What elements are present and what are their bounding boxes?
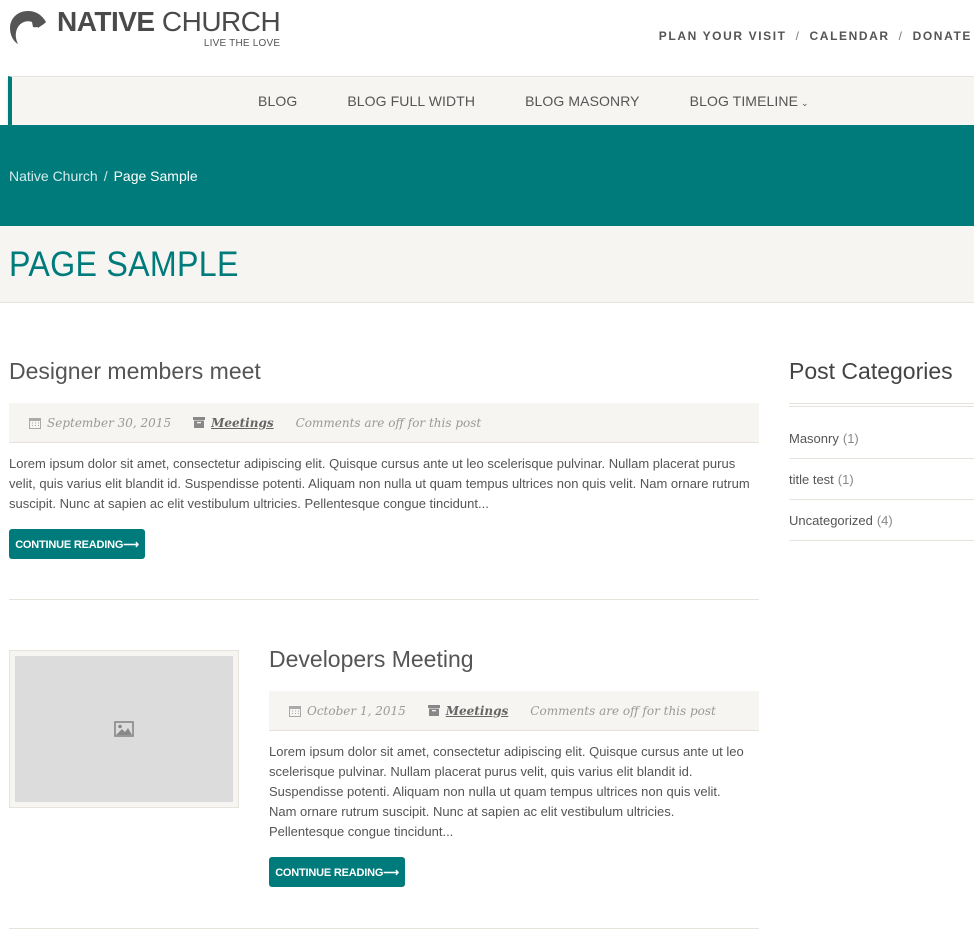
post-comments-note: Comments are off for this post [295, 415, 482, 430]
nav-item-label: BLOG [258, 93, 298, 109]
site-logo[interactable]: NATIVE CHURCH LIVE THE LOVE [9, 6, 281, 49]
continue-reading-button[interactable]: CONTINUE READING⟶ [9, 529, 145, 559]
logo-tagline: LIVE THE LOVE [203, 38, 281, 49]
post-comments-note: Comments are off for this post [530, 703, 716, 718]
post-category-link[interactable]: Meetings [211, 416, 274, 430]
nav-item-blog-timeline[interactable]: BLOG TIMELINE ⌄ [690, 93, 809, 109]
post-excerpt: Lorem ipsum dolor sit amet, consectetur … [269, 744, 744, 839]
post-title[interactable]: Developers Meeting [269, 646, 474, 673]
post-meta: September 30, 2015 Meetings Comments are… [9, 403, 759, 443]
top-link-separator: / [898, 29, 904, 43]
top-link-plan-your-visit[interactable]: PLAN YOUR VISIT [659, 29, 787, 43]
continue-reading-button[interactable]: CONTINUE READING⟶ [269, 857, 405, 887]
nav-item-label: BLOG MASONRY [525, 93, 640, 109]
top-links: PLAN YOUR VISIT / CALENDAR / DONATE [659, 29, 972, 43]
breadcrumb: Native Church / Page Sample [9, 168, 198, 184]
breadcrumb-band: Native Church / Page Sample [0, 125, 974, 226]
archive-icon [427, 705, 440, 716]
post-title[interactable]: Designer members meet [9, 358, 261, 385]
category-count: (1) [837, 471, 854, 487]
category-name: title test [789, 471, 834, 487]
post-meta: October 1, 2015 Meetings Comments are of… [269, 691, 759, 731]
category-item[interactable]: title test (1) [789, 459, 974, 500]
nav-item-blog[interactable]: BLOG [258, 93, 297, 109]
category-item[interactable]: Masonry (1) [789, 418, 974, 459]
page-title: PAGE SAMPLE [9, 245, 239, 284]
category-name: Masonry [789, 430, 839, 446]
post-excerpt: Lorem ipsum dolor sit amet, consectetur … [9, 456, 750, 511]
archive-icon [193, 417, 206, 428]
category-count: (4) [876, 512, 893, 528]
post-divider [9, 928, 759, 929]
breadcrumb-current: Page Sample [113, 168, 198, 184]
nav-item-label: BLOG FULL WIDTH [347, 93, 476, 109]
main-navigation: BLOG BLOG FULL WIDTH BLOG MASONRY BLOG T… [8, 76, 974, 125]
logo-name-light: CHURCH [154, 6, 281, 37]
nav-item-blog-full-width[interactable]: BLOG FULL WIDTH [347, 93, 475, 109]
image-placeholder-icon [114, 721, 134, 737]
post-date: October 1, 2015 [307, 703, 406, 718]
chevron-down-icon: ⌄ [801, 98, 809, 108]
sidebar-title-rule [789, 403, 974, 407]
category-list: Masonry (1) title test (1) Uncategorized (4… [789, 418, 974, 541]
logo-icon [10, 11, 46, 44]
page-title-bar: PAGE SAMPLE [0, 226, 974, 303]
nav-item-label: BLOG TIMELINE [689, 93, 799, 109]
category-name: Uncategorized [789, 512, 873, 528]
logo-name-bold: NATIVE [57, 6, 155, 37]
post-thumbnail[interactable] [9, 650, 239, 808]
top-link-separator: / [795, 29, 801, 43]
category-item[interactable]: Uncategorized (4) [789, 500, 974, 541]
post-divider [9, 599, 759, 600]
sidebar-title: Post Categories [789, 358, 953, 384]
calendar-icon [29, 417, 41, 429]
breadcrumb-separator: / [103, 168, 108, 184]
post-category-link[interactable]: Meetings [446, 704, 509, 718]
top-link-donate[interactable]: DONATE [913, 29, 972, 43]
top-link-calendar[interactable]: CALENDAR [810, 29, 890, 43]
post-date: September 30, 2015 [47, 415, 172, 430]
site-header: NATIVE CHURCH LIVE THE LOVE PLAN YOUR VI… [0, 0, 974, 76]
nav-item-blog-masonry[interactable]: BLOG MASONRY [525, 93, 640, 109]
breadcrumb-home-link[interactable]: Native Church [9, 168, 98, 184]
calendar-icon [289, 705, 301, 717]
category-count: (1) [842, 430, 859, 446]
